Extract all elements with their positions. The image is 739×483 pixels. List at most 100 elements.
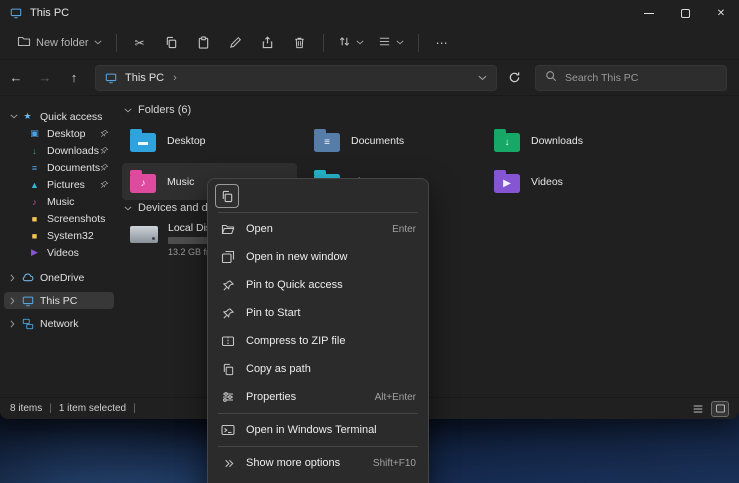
sort-button[interactable] bbox=[331, 30, 371, 56]
menu-item-shortcut: Shift+F10 bbox=[373, 458, 416, 469]
sidebar-item-onedrive[interactable]: OneDrive bbox=[4, 269, 114, 286]
folder-glyph: ↓ bbox=[494, 133, 520, 152]
sidebar-item-system32[interactable]: ■ System32 bbox=[4, 227, 114, 244]
sidebar-item-label: Quick access bbox=[40, 111, 102, 123]
this-pc-icon bbox=[10, 7, 22, 19]
pin-icon bbox=[100, 180, 109, 189]
menu-item-label: Pin to Quick access bbox=[246, 279, 343, 291]
back-button[interactable]: ← bbox=[3, 65, 29, 91]
chevron-down-icon bbox=[94, 40, 102, 45]
menu-item-open-in-new-window[interactable]: Open in new window bbox=[208, 243, 428, 271]
music-icon: ♪ bbox=[28, 197, 41, 207]
menu-item-show-more-options[interactable]: Show more options Shift+F10 bbox=[208, 449, 428, 477]
cut-button[interactable]: ✂ bbox=[127, 30, 153, 56]
share-button[interactable] bbox=[255, 30, 281, 56]
menu-item-copy-as-path[interactable]: Copy as path bbox=[208, 355, 428, 383]
this-pc-icon bbox=[105, 72, 117, 84]
network-icon bbox=[21, 318, 34, 330]
chevron-right-icon bbox=[10, 274, 21, 282]
menu-item-pin-to-start[interactable]: Pin to Start bbox=[208, 299, 428, 327]
folder-label: Videos bbox=[531, 176, 563, 188]
sidebar-item-label: This PC bbox=[40, 295, 77, 307]
delete-button[interactable] bbox=[287, 30, 313, 56]
new-folder-label: New folder bbox=[36, 37, 89, 49]
sidebar-item-documents[interactable]: ≡ Documents bbox=[4, 159, 114, 176]
sidebar-item-this-pc[interactable]: This PC bbox=[4, 292, 114, 309]
menu-item-pin-to-quick-access[interactable]: Pin to Quick access bbox=[208, 271, 428, 299]
thumbnail-view-button[interactable] bbox=[711, 401, 729, 417]
pin-icon bbox=[220, 279, 236, 292]
sidebar-item-label: Network bbox=[40, 318, 79, 330]
sidebar-item-music[interactable]: ♪ Music bbox=[4, 193, 114, 210]
folder-glyph: ▶ bbox=[494, 174, 520, 193]
title-bar: This PC ✕ bbox=[0, 0, 739, 26]
search-icon bbox=[545, 69, 557, 87]
properties-icon bbox=[220, 390, 236, 404]
sidebar-item-label: Desktop bbox=[47, 128, 86, 140]
hard-drive-icon bbox=[130, 226, 158, 243]
window-title: This PC bbox=[30, 7, 69, 19]
up-button[interactable]: ↑ bbox=[61, 65, 87, 91]
forward-button[interactable]: → bbox=[32, 65, 58, 91]
sidebar-item-label: Pictures bbox=[47, 179, 85, 191]
copy-button[interactable] bbox=[159, 30, 185, 56]
folder-label: Downloads bbox=[531, 135, 583, 147]
new-folder-button[interactable]: New folder bbox=[10, 30, 109, 56]
address-bar[interactable]: This PC › bbox=[95, 65, 497, 91]
pin-icon bbox=[100, 129, 109, 138]
refresh-button[interactable] bbox=[501, 65, 527, 91]
context-menu: Open Enter Open in new window Pin to Qui… bbox=[207, 178, 429, 483]
this-pc-icon bbox=[21, 295, 34, 307]
search-input[interactable] bbox=[565, 72, 717, 84]
folder-tile-documents[interactable]: ≡ Documents bbox=[306, 122, 481, 159]
breadcrumb-this-pc[interactable]: This PC bbox=[125, 72, 164, 84]
folder-tile-videos[interactable]: ▶ Videos bbox=[486, 163, 661, 200]
more-options-icon bbox=[220, 457, 236, 470]
menu-item-label: Compress to ZIP file bbox=[246, 335, 345, 347]
menu-item-open[interactable]: Open Enter bbox=[208, 215, 428, 243]
section-title: Folders (6) bbox=[138, 104, 191, 116]
menu-item-open-in-windows-terminal[interactable]: Open in Windows Terminal bbox=[208, 416, 428, 444]
chevron-down-icon bbox=[10, 114, 21, 119]
paste-button[interactable] bbox=[191, 30, 217, 56]
videos-icon: ▶ bbox=[28, 247, 41, 258]
more-options-button[interactable]: ⋯ bbox=[429, 30, 455, 56]
sidebar-item-network[interactable]: Network bbox=[4, 315, 114, 332]
search-box[interactable] bbox=[535, 65, 727, 91]
selection-count: 1 item selected bbox=[59, 403, 126, 414]
minimize-button[interactable] bbox=[631, 0, 667, 26]
sidebar-item-pictures[interactable]: ▲ Pictures bbox=[4, 176, 114, 193]
onedrive-cloud-icon bbox=[21, 273, 34, 282]
menu-item-label: Pin to Start bbox=[246, 307, 300, 319]
zip-icon bbox=[220, 334, 236, 348]
menu-item-shortcut: Alt+Enter bbox=[375, 392, 416, 403]
folder-glyph: ≡ bbox=[314, 133, 340, 152]
menu-item-properties[interactable]: Properties Alt+Enter bbox=[208, 383, 428, 411]
sidebar-item-desktop[interactable]: ▣ Desktop bbox=[4, 125, 114, 142]
close-button[interactable]: ✕ bbox=[703, 0, 739, 26]
folder-tile-desktop[interactable]: ▬ Desktop bbox=[122, 122, 297, 159]
rename-button[interactable] bbox=[223, 30, 249, 56]
menu-divider bbox=[218, 212, 418, 213]
folder-glyph: ♪ bbox=[130, 174, 156, 193]
view-button[interactable] bbox=[371, 30, 411, 56]
downloads-folder-icon: ↓ bbox=[494, 133, 520, 152]
view-toggles bbox=[689, 401, 729, 417]
menu-item-compress-to-zip[interactable]: Compress to ZIP file bbox=[208, 327, 428, 355]
copy-button[interactable] bbox=[215, 184, 239, 208]
window-controls: ✕ bbox=[631, 0, 739, 26]
folder-tile-downloads[interactable]: ↓ Downloads bbox=[486, 122, 661, 159]
sidebar-item-label: OneDrive bbox=[40, 272, 84, 284]
address-dropdown-chevron-icon[interactable] bbox=[478, 75, 487, 81]
sidebar-item-videos[interactable]: ▶ Videos bbox=[4, 244, 114, 261]
pin-icon bbox=[100, 163, 109, 172]
sidebar-item-screenshots[interactable]: ■ Screenshots bbox=[4, 210, 114, 227]
sidebar-item-quick-access[interactable]: ★ Quick access bbox=[4, 108, 114, 125]
sidebar-item-downloads[interactable]: ↓ Downloads bbox=[4, 142, 114, 159]
details-view-button[interactable] bbox=[689, 401, 707, 417]
maximize-button[interactable] bbox=[667, 0, 703, 26]
sidebar-item-label: Screenshots bbox=[47, 213, 105, 225]
folders-section-header[interactable]: Folders (6) bbox=[124, 104, 191, 116]
sidebar-item-label: System32 bbox=[47, 230, 94, 242]
minimize-icon bbox=[644, 13, 654, 14]
